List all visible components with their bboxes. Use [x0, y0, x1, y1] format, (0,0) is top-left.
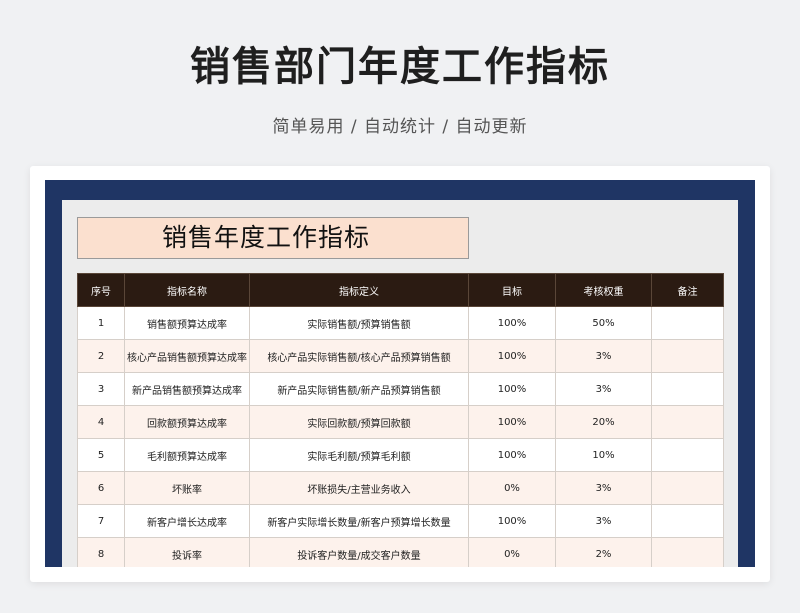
cell-note[interactable]	[651, 372, 724, 406]
cell-name[interactable]: 新产品销售额预算达成率	[124, 372, 250, 406]
kpi-table: 序号 指标名称 指标定义 目标 考核权重 备注 1 销售额预算达成率 实际销售额…	[77, 273, 724, 567]
column-header-weight: 考核权重	[555, 273, 652, 307]
cell-definition[interactable]: 投诉客户数量/成交客户数量	[249, 537, 469, 567]
cell-no[interactable]: 6	[77, 471, 125, 505]
cell-weight[interactable]: 3%	[555, 339, 652, 373]
cell-name[interactable]: 销售额预算达成率	[124, 306, 250, 340]
cell-definition[interactable]: 实际销售额/预算销售额	[249, 306, 469, 340]
cell-target[interactable]: 100%	[468, 372, 556, 406]
cell-target[interactable]: 100%	[468, 306, 556, 340]
cell-name[interactable]: 新客户增长达成率	[124, 504, 250, 538]
cell-target[interactable]: 0%	[468, 471, 556, 505]
cell-name[interactable]: 毛利额预算达成率	[124, 438, 250, 472]
table-row: 5 毛利额预算达成率 实际毛利额/预算毛利额 100% 10%	[77, 438, 724, 472]
cell-no[interactable]: 3	[77, 372, 125, 406]
page-subtitle: 简单易用 / 自动统计 / 自动更新	[272, 117, 528, 137]
cell-no[interactable]: 4	[77, 405, 125, 439]
cell-definition[interactable]: 坏账损失/主营业务收入	[249, 471, 469, 505]
cell-note[interactable]	[651, 471, 724, 505]
spreadsheet-preview: 销售年度工作指标 序号 指标名称 指标定义 目标 考核权重 备注 1 销售额预算…	[62, 200, 738, 567]
cell-no[interactable]: 5	[77, 438, 125, 472]
column-header-definition: 指标定义	[249, 273, 469, 307]
table-row: 8 投诉率 投诉客户数量/成交客户数量 0% 2%	[77, 537, 724, 567]
cell-name[interactable]: 回款额预算达成率	[124, 405, 250, 439]
cell-note[interactable]	[651, 405, 724, 439]
table-row: 2 核心产品销售额预算达成率 核心产品实际销售额/核心产品预算销售额 100% …	[77, 339, 724, 373]
cell-definition[interactable]: 新客户实际增长数量/新客户预算增长数量	[249, 504, 469, 538]
cell-weight[interactable]: 50%	[555, 306, 652, 340]
cell-note[interactable]	[651, 438, 724, 472]
cell-no[interactable]: 8	[77, 537, 125, 567]
cell-note[interactable]	[651, 504, 724, 538]
cell-name[interactable]: 投诉率	[124, 537, 250, 567]
cell-note[interactable]	[651, 537, 724, 567]
cell-name[interactable]: 坏账率	[124, 471, 250, 505]
table-header-row: 序号 指标名称 指标定义 目标 考核权重 备注	[77, 273, 724, 307]
cell-definition[interactable]: 核心产品实际销售额/核心产品预算销售额	[249, 339, 469, 373]
cell-weight[interactable]: 20%	[555, 405, 652, 439]
column-header-target: 目标	[468, 273, 556, 307]
cell-name[interactable]: 核心产品销售额预算达成率	[124, 339, 250, 373]
cell-note[interactable]	[651, 339, 724, 373]
table-row: 3 新产品销售额预算达成率 新产品实际销售额/新产品预算销售额 100% 3%	[77, 372, 724, 406]
cell-target[interactable]: 0%	[468, 537, 556, 567]
cell-target[interactable]: 100%	[468, 405, 556, 439]
table-row: 6 坏账率 坏账损失/主营业务收入 0% 3%	[77, 471, 724, 505]
column-header-note: 备注	[651, 273, 724, 307]
column-header-no: 序号	[77, 273, 125, 307]
cell-no[interactable]: 7	[77, 504, 125, 538]
column-header-name: 指标名称	[124, 273, 250, 307]
cell-weight[interactable]: 3%	[555, 372, 652, 406]
cell-no[interactable]: 1	[77, 306, 125, 340]
cell-definition[interactable]: 新产品实际销售额/新产品预算销售额	[249, 372, 469, 406]
cell-definition[interactable]: 实际回款额/预算回款额	[249, 405, 469, 439]
cell-target[interactable]: 100%	[468, 339, 556, 373]
cell-weight[interactable]: 3%	[555, 471, 652, 505]
cell-weight[interactable]: 3%	[555, 504, 652, 538]
cell-no[interactable]: 2	[77, 339, 125, 373]
sheet-title: 销售年度工作指标	[77, 217, 469, 259]
cell-weight[interactable]: 2%	[555, 537, 652, 567]
table-row: 1 销售额预算达成率 实际销售额/预算销售额 100% 50%	[77, 306, 724, 340]
table-row: 4 回款额预算达成率 实际回款额/预算回款额 100% 20%	[77, 405, 724, 439]
table-row: 7 新客户增长达成率 新客户实际增长数量/新客户预算增长数量 100% 3%	[77, 504, 724, 538]
cell-weight[interactable]: 10%	[555, 438, 652, 472]
cell-definition[interactable]: 实际毛利额/预算毛利额	[249, 438, 469, 472]
page-title: 销售部门年度工作指标	[190, 44, 610, 90]
cell-target[interactable]: 100%	[468, 504, 556, 538]
cell-note[interactable]	[651, 306, 724, 340]
cell-target[interactable]: 100%	[468, 438, 556, 472]
